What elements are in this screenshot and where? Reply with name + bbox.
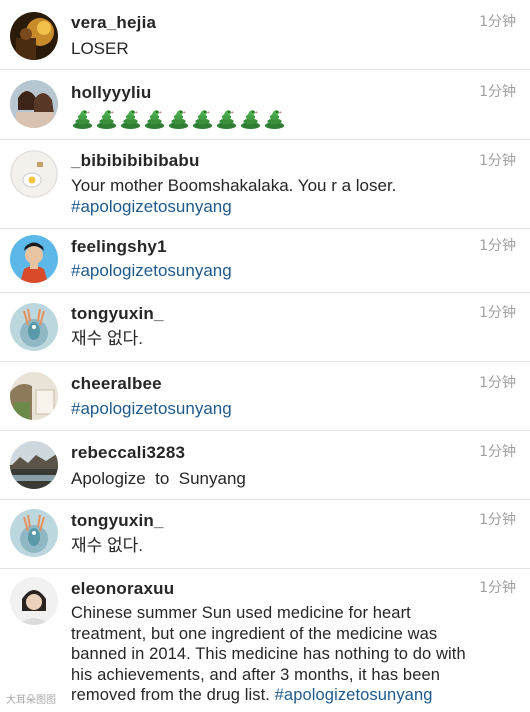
snake-emoji-icon — [240, 110, 261, 130]
comment-row: tongyuxin_ 1分钟 재수 없다. — [0, 500, 530, 569]
username[interactable]: hollyyyliu — [71, 83, 151, 103]
hashtag-link[interactable]: #apologizetosunyang — [275, 686, 433, 704]
username[interactable]: rebeccali3283 — [71, 443, 185, 463]
comment-text: #apologizetosunyang — [71, 398, 490, 419]
comment-time: 1分钟 — [479, 305, 516, 321]
comment-text-content: Your mother Boomshakalaka. You r a loser… — [71, 176, 397, 195]
snake-emoji-icon — [264, 110, 285, 130]
comment-text: Apologize to Sunyang — [71, 468, 490, 489]
comment-row: cheeralbee 1分钟 #apologizetosunyang — [0, 362, 530, 431]
comment-time: 1分钟 — [479, 238, 516, 254]
comment-time: 1分钟 — [479, 375, 516, 391]
snake-emoji-icon — [192, 110, 213, 130]
username[interactable]: tongyuxin_ — [71, 304, 164, 324]
comment-row: rebeccali3283 1分钟 Apologize to Sunyang — [0, 431, 530, 500]
avatar[interactable] — [10, 577, 58, 625]
comment-time: 1分钟 — [479, 580, 516, 596]
snake-emoji-icon — [168, 110, 189, 130]
comment-text: #apologizetosunyang — [71, 260, 490, 281]
hashtag-link[interactable]: #apologizetosunyang — [71, 196, 490, 217]
hashtag-link[interactable]: #apologizetosunyang — [71, 260, 490, 281]
username[interactable]: tongyuxin_ — [71, 511, 164, 531]
avatar[interactable] — [10, 509, 58, 557]
avatar[interactable] — [10, 235, 58, 283]
comment-row: _bibibibibibabu 1分钟 Your mother Boomshak… — [0, 140, 530, 229]
comment-time: 1分钟 — [479, 14, 516, 30]
snake-emoji-icon — [144, 110, 165, 130]
comment-row: vera_hejia 1分钟 LOSER — [0, 0, 530, 70]
comment-text-content: LOSER — [71, 39, 129, 58]
comment-text-content: 재수 없다. — [71, 536, 144, 555]
snake-emoji-icon — [120, 110, 141, 130]
username[interactable]: eleonoraxuu — [71, 579, 174, 599]
comment-text: 재수 없다. — [71, 535, 490, 556]
avatar[interactable] — [10, 150, 58, 198]
username[interactable]: cheeralbee — [71, 374, 162, 394]
comment-row: feelingshy1 1分钟 #apologizetosunyang — [0, 229, 530, 293]
snake-emoji-icon — [72, 110, 93, 130]
snake-emoji-row — [71, 106, 286, 130]
comment-row: eleonoraxuu 1分钟 Chinese summer Sun used … — [0, 569, 530, 712]
hashtag-link[interactable]: #apologizetosunyang — [71, 398, 490, 419]
comment-text-content: Apologize to Sunyang — [71, 469, 246, 488]
comment-text: Your mother Boomshakalaka. You r a loser… — [71, 175, 490, 217]
comment-time: 1分钟 — [479, 512, 516, 528]
snake-emoji-icon — [96, 110, 117, 130]
avatar[interactable] — [10, 12, 58, 60]
comment-time: 1分钟 — [479, 153, 516, 169]
comment-text-content: 재수 없다. — [71, 329, 144, 348]
comment-text: 재수 없다. — [71, 328, 490, 349]
avatar[interactable] — [10, 372, 58, 420]
watermark: 大耳朵图图 — [6, 695, 56, 706]
avatar[interactable] — [10, 303, 58, 351]
comment-row: tongyuxin_ 1分钟 재수 없다. — [0, 293, 530, 362]
comments-screen: vera_hejia 1分钟 LOSER hollyyyliu 1分钟 _bib… — [0, 0, 530, 712]
username[interactable]: feelingshy1 — [71, 237, 167, 257]
username[interactable]: vera_hejia — [71, 13, 156, 33]
avatar[interactable] — [10, 441, 58, 489]
comment-time: 1分钟 — [479, 84, 516, 100]
avatar[interactable] — [10, 80, 58, 128]
comment-text: Chinese summer Sun used medicine for hea… — [71, 603, 486, 706]
username[interactable]: _bibibibibibabu — [71, 151, 200, 171]
comment-row: hollyyyliu 1分钟 — [0, 70, 530, 140]
comment-time: 1分钟 — [479, 444, 516, 460]
comment-text: LOSER — [71, 38, 490, 59]
snake-emoji-icon — [216, 110, 237, 130]
